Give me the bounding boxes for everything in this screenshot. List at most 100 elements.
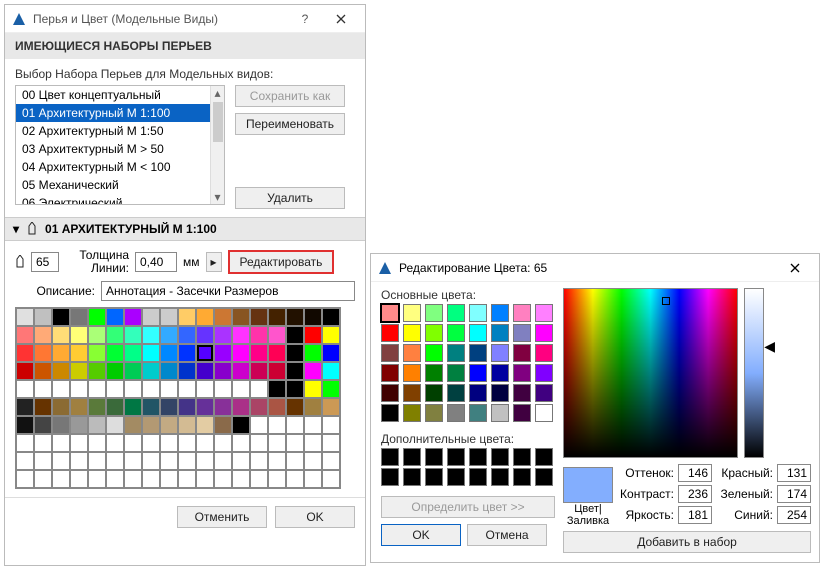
basic-color-swatch[interactable] xyxy=(491,304,509,322)
palette-swatch[interactable] xyxy=(322,470,340,488)
palette-swatch[interactable] xyxy=(16,308,34,326)
palette-swatch[interactable] xyxy=(34,452,52,470)
palette-swatch[interactable] xyxy=(142,308,160,326)
custom-color-swatch[interactable] xyxy=(535,448,553,466)
palette-swatch[interactable] xyxy=(196,398,214,416)
basic-color-swatch[interactable] xyxy=(513,384,531,402)
basic-color-swatch[interactable] xyxy=(425,344,443,362)
palette-swatch[interactable] xyxy=(232,326,250,344)
palette-swatch[interactable] xyxy=(214,416,232,434)
scroll-thumb[interactable] xyxy=(213,102,223,142)
custom-color-swatch[interactable] xyxy=(535,468,553,486)
palette-swatch[interactable] xyxy=(106,308,124,326)
palette-swatch[interactable] xyxy=(178,362,196,380)
green-input[interactable] xyxy=(777,485,811,503)
color-close-button[interactable] xyxy=(777,256,813,280)
custom-color-swatch[interactable] xyxy=(513,448,531,466)
penset-item[interactable]: 06 Электрический xyxy=(16,194,210,205)
basic-color-swatch[interactable] xyxy=(381,404,399,422)
pen-number-input[interactable] xyxy=(31,252,59,272)
palette-swatch[interactable] xyxy=(178,416,196,434)
palette-swatch[interactable] xyxy=(178,470,196,488)
palette-swatch[interactable] xyxy=(88,434,106,452)
basic-color-swatch[interactable] xyxy=(381,304,399,322)
palette-swatch[interactable] xyxy=(268,326,286,344)
ok-button[interactable]: OK xyxy=(275,506,355,528)
palette-swatch[interactable] xyxy=(286,380,304,398)
custom-color-swatch[interactable] xyxy=(491,448,509,466)
palette-swatch[interactable] xyxy=(268,344,286,362)
basic-color-swatch[interactable] xyxy=(469,304,487,322)
sat-input[interactable] xyxy=(678,485,712,503)
palette-swatch[interactable] xyxy=(16,362,34,380)
basic-color-swatch[interactable] xyxy=(535,324,553,342)
penset-item[interactable]: 00 Цвет концептуальный xyxy=(16,86,210,104)
basic-color-swatch[interactable] xyxy=(513,344,531,362)
custom-color-swatch[interactable] xyxy=(447,468,465,486)
palette-swatch[interactable] xyxy=(124,398,142,416)
palette-swatch[interactable] xyxy=(250,326,268,344)
delete-button[interactable]: Удалить xyxy=(235,187,345,209)
palette-swatch[interactable] xyxy=(34,362,52,380)
palette-swatch[interactable] xyxy=(304,470,322,488)
palette-swatch[interactable] xyxy=(304,308,322,326)
palette-swatch[interactable] xyxy=(142,470,160,488)
palette-swatch[interactable] xyxy=(106,326,124,344)
edit-button[interactable]: Редактировать xyxy=(228,250,335,274)
palette-swatch[interactable] xyxy=(88,416,106,434)
palette-swatch[interactable] xyxy=(286,398,304,416)
scroll-up-icon[interactable]: ▴ xyxy=(214,86,220,100)
custom-color-swatch[interactable] xyxy=(469,468,487,486)
basic-color-swatch[interactable] xyxy=(381,364,399,382)
palette-swatch[interactable] xyxy=(16,344,34,362)
basic-color-swatch[interactable] xyxy=(491,344,509,362)
palette-swatch[interactable] xyxy=(34,380,52,398)
palette-swatch[interactable] xyxy=(70,452,88,470)
palette-swatch[interactable] xyxy=(250,344,268,362)
palette-swatch[interactable] xyxy=(52,380,70,398)
palette-swatch[interactable] xyxy=(106,470,124,488)
palette-swatch[interactable] xyxy=(52,362,70,380)
palette-swatch[interactable] xyxy=(52,452,70,470)
palette-swatch[interactable] xyxy=(70,344,88,362)
palette-swatch[interactable] xyxy=(88,362,106,380)
luminosity-bar[interactable] xyxy=(744,288,764,458)
palette-swatch[interactable] xyxy=(16,380,34,398)
palette-swatch[interactable] xyxy=(142,398,160,416)
palette-swatch[interactable] xyxy=(286,470,304,488)
color-cancel-button[interactable]: Отмена xyxy=(467,524,547,546)
custom-color-swatch[interactable] xyxy=(381,448,399,466)
palette-swatch[interactable] xyxy=(124,470,142,488)
palette-swatch[interactable] xyxy=(178,344,196,362)
palette-swatch[interactable] xyxy=(52,470,70,488)
palette-swatch[interactable] xyxy=(304,326,322,344)
palette-swatch[interactable] xyxy=(88,398,106,416)
basic-color-swatch[interactable] xyxy=(447,384,465,402)
palette-swatch[interactable] xyxy=(304,362,322,380)
hue-input[interactable] xyxy=(678,464,712,482)
penset-listbox[interactable]: 00 Цвет концептуальный01 Архитектурный М… xyxy=(15,85,225,205)
palette-swatch[interactable] xyxy=(286,434,304,452)
basic-color-swatch[interactable] xyxy=(535,304,553,322)
basic-color-swatch[interactable] xyxy=(403,404,421,422)
palette-swatch[interactable] xyxy=(52,416,70,434)
palette-swatch[interactable] xyxy=(214,362,232,380)
palette-swatch[interactable] xyxy=(160,398,178,416)
palette-swatch[interactable] xyxy=(196,380,214,398)
palette-swatch[interactable] xyxy=(88,380,106,398)
palette-swatch[interactable] xyxy=(196,326,214,344)
palette-swatch[interactable] xyxy=(304,434,322,452)
palette-swatch[interactable] xyxy=(124,326,142,344)
basic-color-swatch[interactable] xyxy=(447,304,465,322)
basic-color-swatch[interactable] xyxy=(491,384,509,402)
palette-swatch[interactable] xyxy=(70,326,88,344)
palette-swatch[interactable] xyxy=(160,326,178,344)
palette-swatch[interactable] xyxy=(250,380,268,398)
palette-swatch[interactable] xyxy=(304,344,322,362)
palette-swatch[interactable] xyxy=(250,398,268,416)
palette-swatch[interactable] xyxy=(34,470,52,488)
basic-color-swatch[interactable] xyxy=(425,404,443,422)
palette-swatch[interactable] xyxy=(142,452,160,470)
palette-swatch[interactable] xyxy=(16,452,34,470)
palette-swatch[interactable] xyxy=(196,308,214,326)
